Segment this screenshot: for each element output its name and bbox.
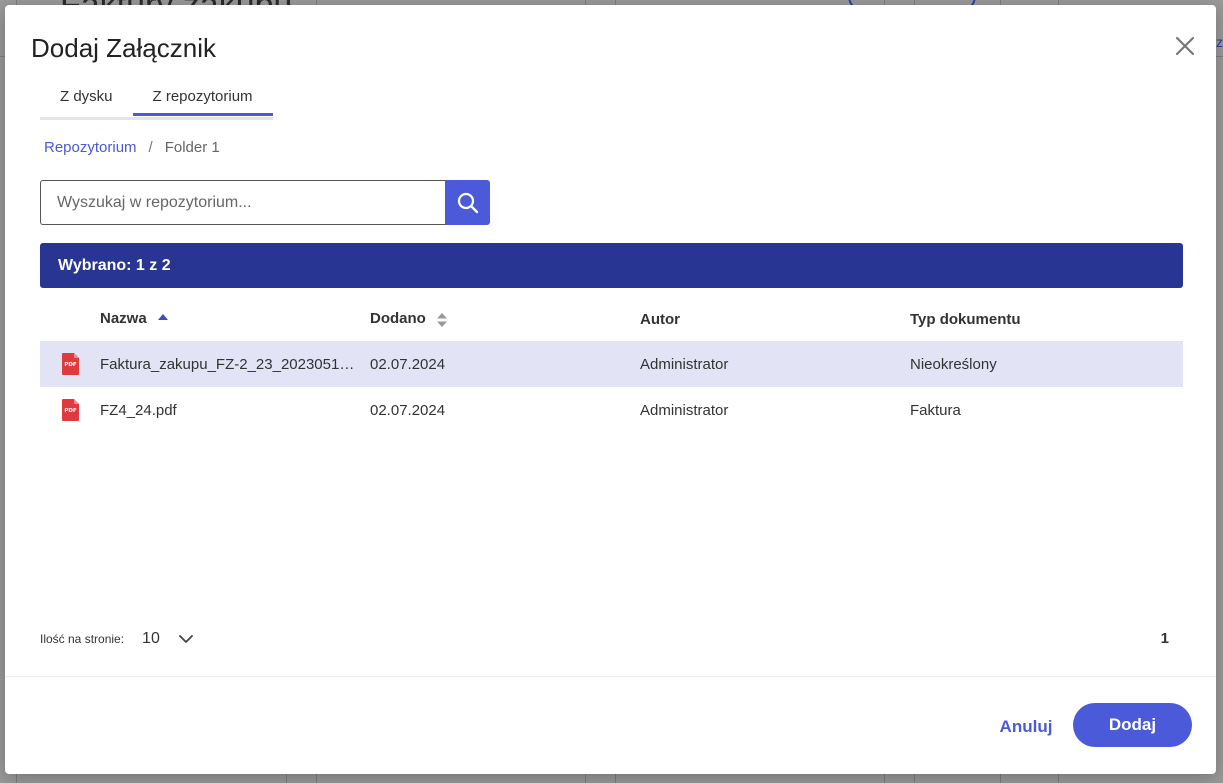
footer-divider (5, 676, 1216, 677)
search-button[interactable] (445, 180, 490, 225)
file-added-date: 02.07.2024 (370, 401, 446, 419)
repository-search (40, 180, 490, 225)
current-page-number[interactable]: 1 (1161, 630, 1169, 647)
svg-text:PDF: PDF (64, 408, 77, 414)
breadcrumb-current-folder: Folder 1 (164, 139, 220, 156)
search-icon (457, 192, 478, 213)
tab-from-disk[interactable]: Z dysku (40, 85, 133, 113)
column-header-document-type: Typ dokumentu (910, 310, 1021, 328)
add-attachment-dialog: Dodaj Załącznik Z dysku Z repozytorium R… (5, 5, 1216, 774)
pdf-file-icon: PDF (62, 353, 79, 375)
file-name: Faktura_zakupu_FZ-2_23_20230515.pdf (100, 355, 370, 373)
file-added-date: 02.07.2024 (370, 355, 446, 373)
repository-file-table: Nazwa Dodano Autor Typ dokumentu PDF Fak… (40, 297, 1183, 433)
dialog-title: Dodaj Załącznik (31, 33, 216, 63)
file-icon-cell: PDF (40, 353, 100, 375)
tab-from-repository[interactable]: Z repozytorium (132, 85, 273, 116)
sort-ascending-icon (157, 313, 168, 320)
file-name: FZ4_24.pdf (100, 401, 177, 419)
file-document-type: Faktura (910, 401, 961, 419)
breadcrumb-separator: / (148, 139, 153, 156)
column-header-label: Dodano (370, 310, 426, 328)
chevron-down-icon (178, 635, 193, 643)
file-author: Administrator (640, 355, 729, 373)
close-button[interactable] (1174, 35, 1196, 57)
sort-icon (437, 312, 447, 327)
cancel-button[interactable]: Anuluj (993, 709, 1059, 745)
svg-text:PDF: PDF (64, 362, 77, 368)
column-header-name[interactable]: Nazwa (100, 310, 370, 327)
selection-summary-bar: Wybrano: 1 z 2 (40, 243, 1183, 288)
file-author: Administrator (640, 401, 729, 419)
close-icon (1175, 36, 1195, 56)
breadcrumb: Repozytorium / Folder 1 (44, 139, 220, 156)
column-header-label: Nazwa (100, 310, 147, 328)
add-button[interactable]: Dodaj (1073, 703, 1192, 747)
column-header-author: Autor (640, 310, 680, 328)
table-row[interactable]: PDF Faktura_zakupu_FZ-2_23_20230515.pdf … (40, 341, 1183, 387)
file-icon-cell: PDF (40, 399, 100, 421)
pagination: Ilość na stronie: 10 1 (40, 627, 1183, 651)
pdf-file-icon: PDF (62, 399, 79, 421)
search-input[interactable] (40, 180, 445, 225)
page-size-label: Ilość na stronie: (40, 632, 125, 646)
table-header: Nazwa Dodano Autor Typ dokumentu (40, 297, 1183, 341)
background-link: z (1216, 34, 1223, 50)
file-document-type: Nieokreślony (910, 355, 997, 373)
breadcrumb-repository-link[interactable]: Repozytorium (44, 139, 137, 156)
page-size-select[interactable]: 10 (142, 630, 194, 648)
table-row[interactable]: PDF FZ4_24.pdf 02.07.2024 Administrator … (40, 387, 1183, 433)
source-tabs: Z dysku Z repozytorium (40, 85, 273, 120)
page-size-value: 10 (142, 630, 160, 647)
column-header-added[interactable]: Dodano (370, 310, 640, 327)
